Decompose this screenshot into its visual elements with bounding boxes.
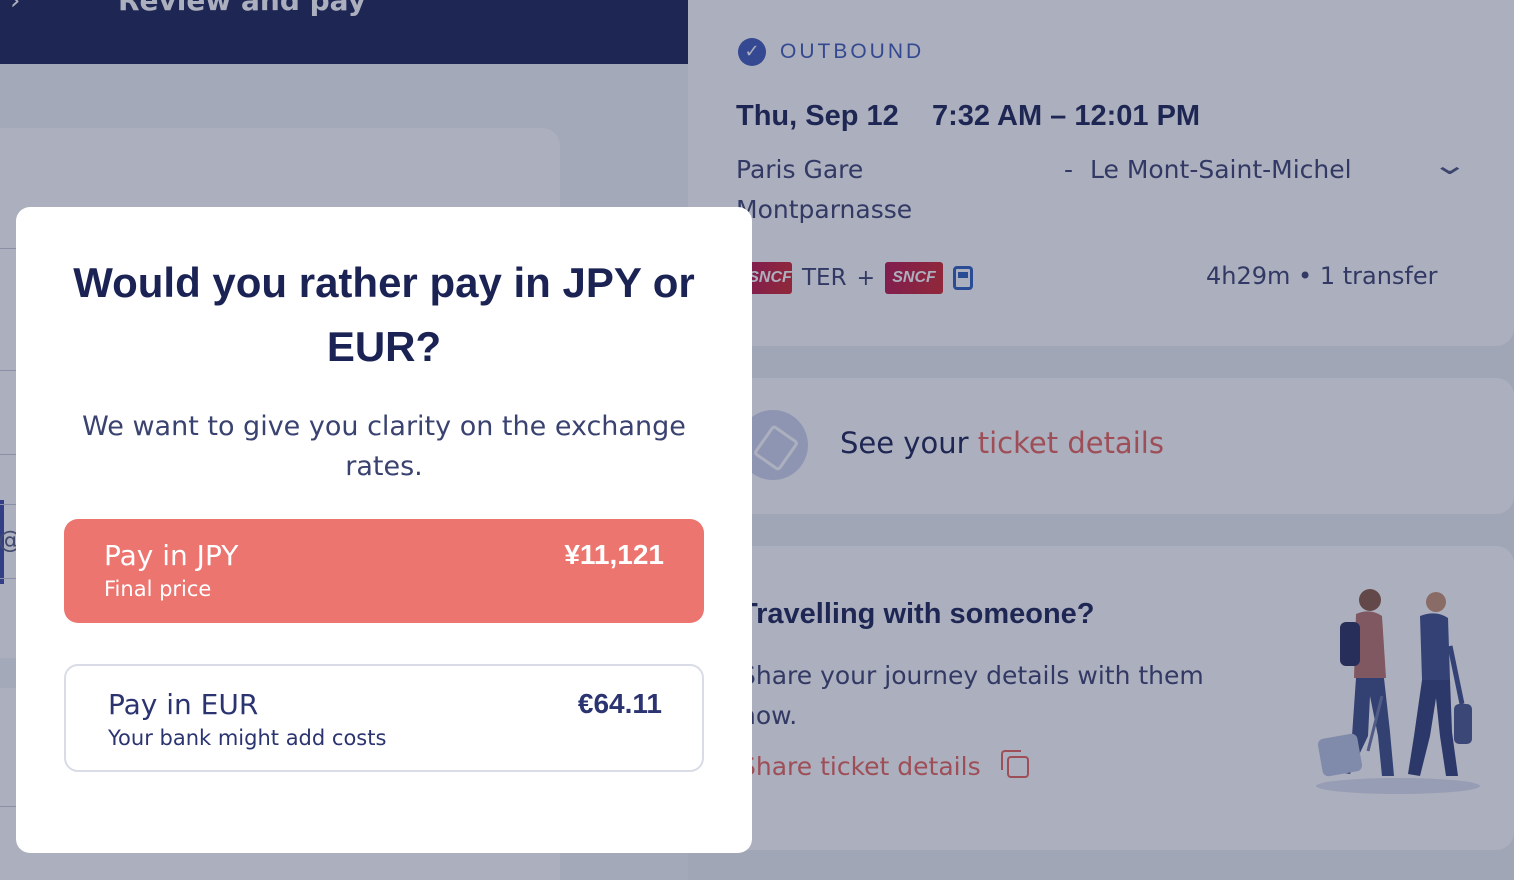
dialog-subtitle: We want to give you clarity on the excha… <box>82 411 686 482</box>
currency-choice-dialog: Would you rather pay in JPY or EUR? We w… <box>16 207 752 853</box>
option-name: Pay in JPY <box>104 539 239 572</box>
pay-in-eur-button[interactable]: Pay in EUR Your bank might add costs €64… <box>64 664 704 772</box>
option-note: Your bank might add costs <box>108 726 387 750</box>
option-price: ¥11,121 <box>564 539 664 570</box>
option-note: Final price <box>104 577 212 601</box>
option-name: Pay in EUR <box>108 688 259 721</box>
pay-in-jpy-button[interactable]: Pay in JPY Final price ¥11,121 <box>64 519 704 623</box>
dialog-title: Would you rather pay in JPY or EUR? <box>73 259 695 370</box>
option-price: €64.11 <box>577 688 662 719</box>
